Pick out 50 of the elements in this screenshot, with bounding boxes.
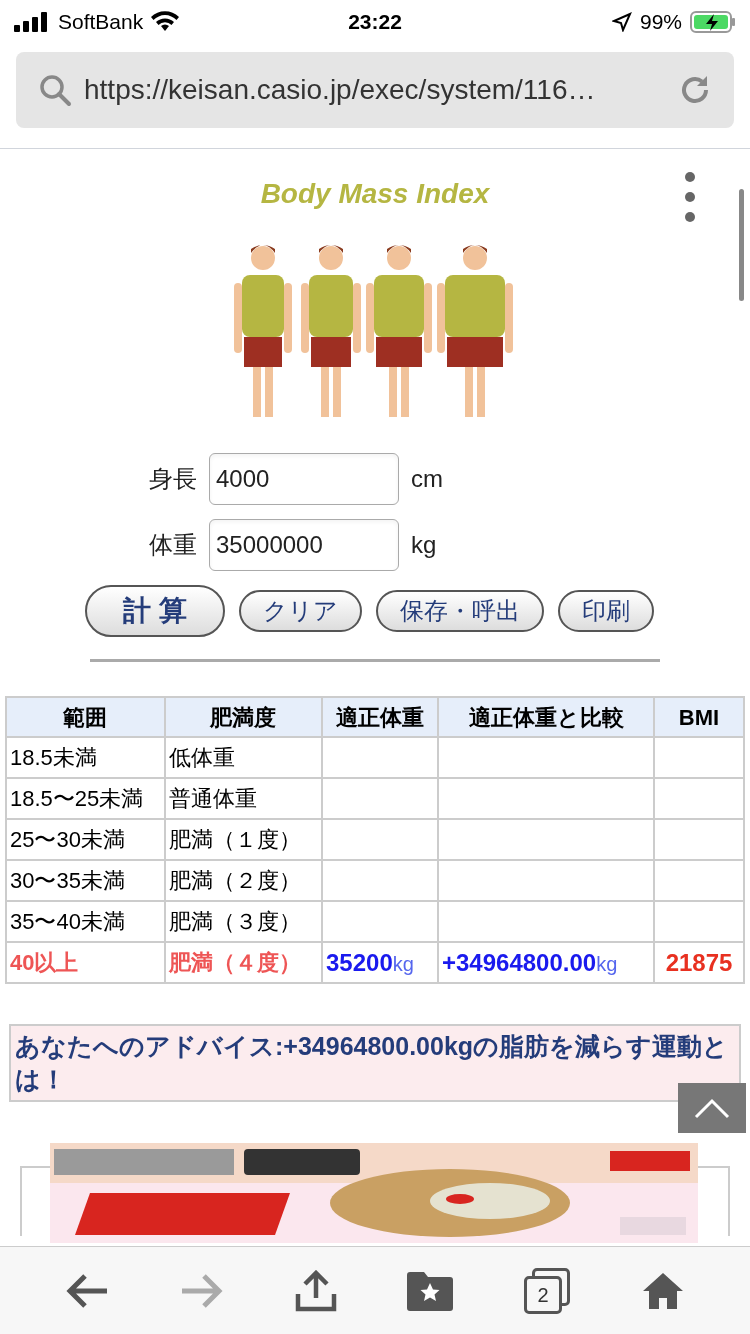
clock-time: 23:22 xyxy=(348,9,402,36)
table-cell: 肥満（４度） xyxy=(164,942,322,983)
table-cell: 肥満（３度） xyxy=(164,901,322,942)
column-header: 適正体重と比較 xyxy=(438,697,654,737)
signal-icon xyxy=(14,12,50,32)
column-header: 適正体重 xyxy=(322,697,438,737)
table-cell: 普通体重 xyxy=(164,778,322,819)
column-header: 肥満度 xyxy=(164,697,322,737)
battery-charging-icon xyxy=(690,11,736,33)
field-label: 体重 xyxy=(148,530,197,560)
table-cell: 35〜40未満 xyxy=(6,901,165,942)
table-cell: 肥満（２度） xyxy=(164,860,322,901)
url-text: https://keisan.casio.jp/exec/system/116… xyxy=(84,73,597,107)
form-button[interactable]: 印刷 xyxy=(557,590,654,632)
unit-label: kg xyxy=(392,952,414,975)
form-button[interactable]: クリア xyxy=(238,590,362,632)
number-input[interactable]: 35000000 xyxy=(209,519,399,571)
table-cell: 低体重 xyxy=(164,737,322,778)
number-input[interactable]: 4000 xyxy=(209,453,399,505)
advice-text: あなたへのアドバイス:+34964800.00kgの脂肪を減らす運動とは！ xyxy=(15,1031,730,1095)
carrier-name: SoftBank xyxy=(58,9,144,36)
table-cell: 18.5〜25未満 xyxy=(6,778,165,819)
logo-title: Body Mass Index xyxy=(260,177,490,211)
unit-label: cm xyxy=(411,464,443,494)
wifi-icon xyxy=(151,11,180,33)
more-menu-icon[interactable] xyxy=(684,171,696,223)
calculate-button[interactable]: 計 算 xyxy=(85,585,225,637)
chevron-up-icon xyxy=(694,1097,730,1119)
form-button[interactable]: 保存・呼出 xyxy=(375,590,544,632)
location-arrow-icon xyxy=(611,12,632,32)
table-cell: 肥満（１度） xyxy=(164,819,322,860)
search-icon xyxy=(38,73,72,107)
back-icon[interactable] xyxy=(65,1272,110,1309)
battery-percent: 99% xyxy=(639,9,682,36)
table-cell: 18.5未満 xyxy=(6,737,165,778)
weight-difference: +34964800.00 xyxy=(442,948,597,976)
url-bar[interactable]: https://keisan.casio.jp/exec/system/116… xyxy=(16,52,734,128)
ideal-weight: 35200 xyxy=(326,948,393,976)
share-icon[interactable] xyxy=(294,1269,337,1312)
field-label: 身長 xyxy=(148,464,197,494)
scroll-top-button[interactable] xyxy=(678,1083,746,1133)
bmi-value: 21875 xyxy=(665,948,733,976)
bookmark-folder-icon[interactable] xyxy=(407,1270,454,1311)
table-cell: 40以上 xyxy=(6,942,165,983)
unit-label: kg xyxy=(411,530,437,560)
column-header: BMI xyxy=(654,697,744,737)
column-header: 範囲 xyxy=(6,697,165,737)
unit-label: kg xyxy=(596,952,618,975)
table-cell: 25〜30未満 xyxy=(6,819,165,860)
table-cell: 30〜35未満 xyxy=(6,860,165,901)
